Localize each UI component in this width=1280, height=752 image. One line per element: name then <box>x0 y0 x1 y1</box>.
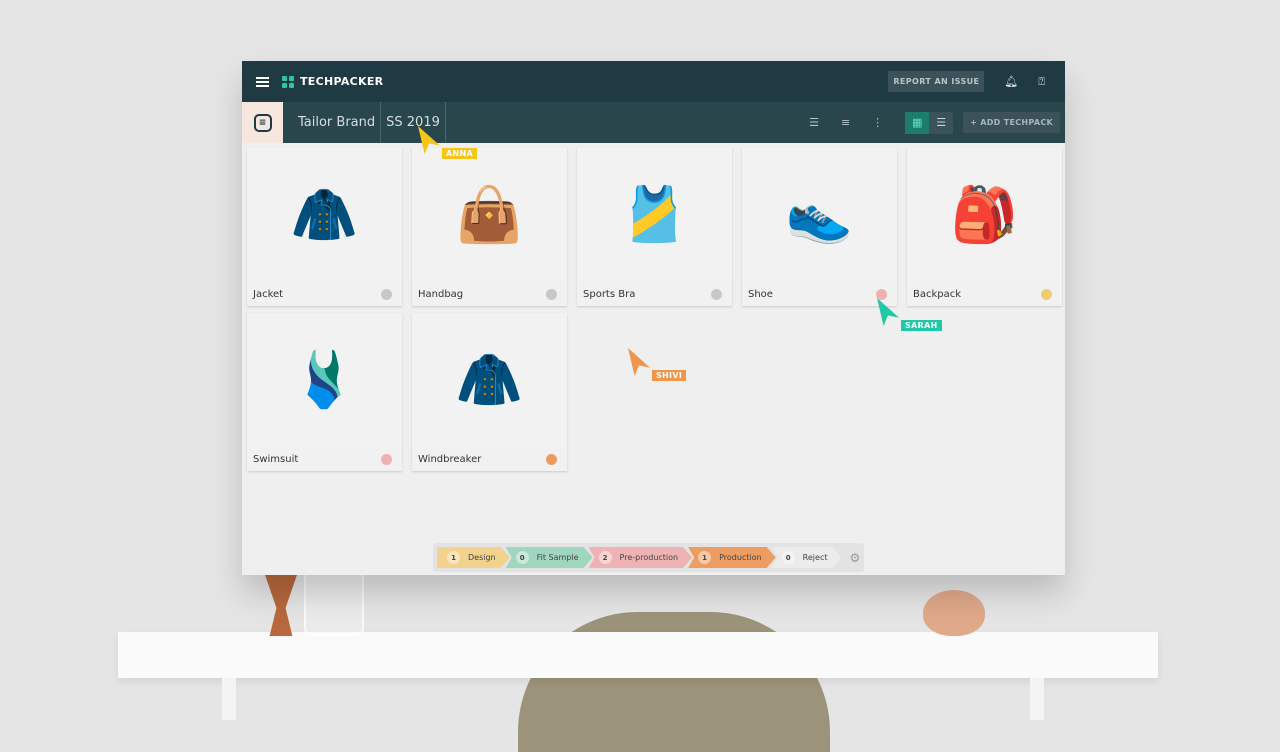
status-dot[interactable] <box>546 453 557 465</box>
plant-pot <box>923 590 985 636</box>
collection-icon: ≡ <box>253 113 272 132</box>
card-label: Handbag <box>418 288 464 300</box>
brand-name: TECHPACKER <box>300 75 384 88</box>
stage-fit-sample[interactable]: 0 Fit Sample <box>506 547 593 568</box>
card-footer: Handbag <box>412 282 567 306</box>
card-label: Swimsuit <box>253 453 299 465</box>
add-techpack-label: ADD TECHPACK <box>980 118 1053 127</box>
card-footer: Swimsuit <box>247 447 402 471</box>
settings-icon[interactable]: ⚙ <box>849 551 860 565</box>
techpack-card[interactable]: 🩱 Swimsuit <box>247 313 402 471</box>
breadcrumb-season[interactable]: SS 2019 <box>381 102 446 143</box>
sketch-image: 🎒 <box>907 148 1062 282</box>
bell-icon[interactable]: 🔔︎ <box>1004 75 1018 88</box>
menu-icon[interactable] <box>256 76 269 87</box>
desk-leg <box>1030 678 1044 720</box>
desk-leg <box>222 678 236 720</box>
techpack-card[interactable]: 🧥 Windbreaker <box>412 313 567 471</box>
status-dot[interactable] <box>381 288 392 300</box>
stage-pre-production[interactable]: 2 Pre-production <box>589 547 693 568</box>
list-view-icon[interactable]: ☰ <box>929 112 953 134</box>
sketch-image: 👜 <box>412 148 567 282</box>
stage-label: Pre-production <box>619 553 679 562</box>
status-bar: 1 Design 0 Fit Sample 2 Pre-production 1 Produc… <box>433 543 865 572</box>
stage-label: Fit Sample <box>536 553 579 562</box>
techpack-card[interactable]: 🎽 Sports Bra <box>577 148 732 306</box>
view-toggle: ▦ ☰ <box>905 111 954 134</box>
card-footer: Sports Bra <box>577 282 732 306</box>
more-icon[interactable]: ⋮ <box>872 116 883 129</box>
techpack-grid: 🧥 Jacket 👜 Handbag 🎽 Sports Bra 👟 Shoe 🎒 Backpack… <box>247 148 1062 471</box>
card-label: Backpack <box>913 288 962 300</box>
techpack-card[interactable]: 🧥 Jacket <box>247 148 402 306</box>
card-label: Sports Bra <box>583 288 636 300</box>
cursor-name: SHIVI <box>652 370 687 381</box>
grid-view-icon[interactable]: ▦ <box>905 111 930 134</box>
stage-count: 1 <box>698 551 711 564</box>
add-techpack-button[interactable]: + ADD TECHPACK <box>963 112 1060 133</box>
card-label: Jacket <box>253 288 284 300</box>
card-label: Shoe <box>748 288 773 300</box>
stage-count: 0 <box>782 551 795 564</box>
sketch-image: 🧥 <box>412 313 567 447</box>
card-footer: Windbreaker <box>412 447 567 471</box>
sketch-image: 👟 <box>742 148 897 282</box>
stage-production[interactable]: 1 Production <box>688 547 776 568</box>
top-bar: TECHPACKER REPORT AN ISSUE 🔔︎ ⍰ <box>242 61 1065 102</box>
stage-design[interactable]: 1 Design <box>437 547 510 568</box>
sort-icon[interactable]: ≡ <box>841 116 850 129</box>
sketch-image: 🧥 <box>247 148 402 282</box>
card-footer: Shoe <box>742 282 897 306</box>
status-dot[interactable] <box>711 288 722 300</box>
card-footer: Jacket <box>247 282 402 306</box>
techpack-card[interactable]: 👜 Handbag <box>412 148 567 306</box>
card-label: Windbreaker <box>418 453 482 465</box>
candle-holder <box>262 566 300 636</box>
report-issue-button[interactable]: REPORT AN ISSUE <box>888 71 985 92</box>
stage-count: 1 <box>447 551 460 564</box>
home-button[interactable]: ≡ <box>242 102 283 143</box>
techpack-card[interactable]: 👟 Shoe <box>742 148 897 306</box>
breadcrumb-brand[interactable]: Tailor Brand <box>283 102 382 143</box>
sketch-image: 🎽 <box>577 148 732 282</box>
stage-count: 2 <box>599 551 612 564</box>
stage-label: Reject <box>802 553 828 562</box>
techpack-card[interactable]: 🎒 Backpack <box>907 148 1062 306</box>
logo-icon <box>282 75 294 88</box>
sketch-image: 🩱 <box>247 313 402 447</box>
stage-count: 0 <box>516 551 529 564</box>
cursor-name: SARAH <box>901 320 942 331</box>
cursor-name: ANNA <box>442 148 477 159</box>
status-dot[interactable] <box>546 288 557 300</box>
app-window: TECHPACKER REPORT AN ISSUE 🔔︎ ⍰ ≡ Tailor… <box>242 61 1065 575</box>
status-dot[interactable] <box>1041 288 1052 300</box>
help-icon[interactable]: ⍰ <box>1038 75 1045 89</box>
filter-icon[interactable]: ☰ <box>809 116 819 129</box>
desk <box>118 632 1158 678</box>
status-dot[interactable] <box>381 453 392 465</box>
stage-label: Production <box>719 553 762 562</box>
status-dot[interactable] <box>876 288 887 300</box>
stage-label: Design <box>468 553 496 562</box>
card-footer: Backpack <box>907 282 1062 306</box>
stage-reject[interactable]: 0 Reject <box>772 547 842 568</box>
sub-bar: ≡ Tailor Brand SS 2019 ☰ ≡ ⋮ ▦ ☰ + ADD T… <box>242 102 1065 143</box>
